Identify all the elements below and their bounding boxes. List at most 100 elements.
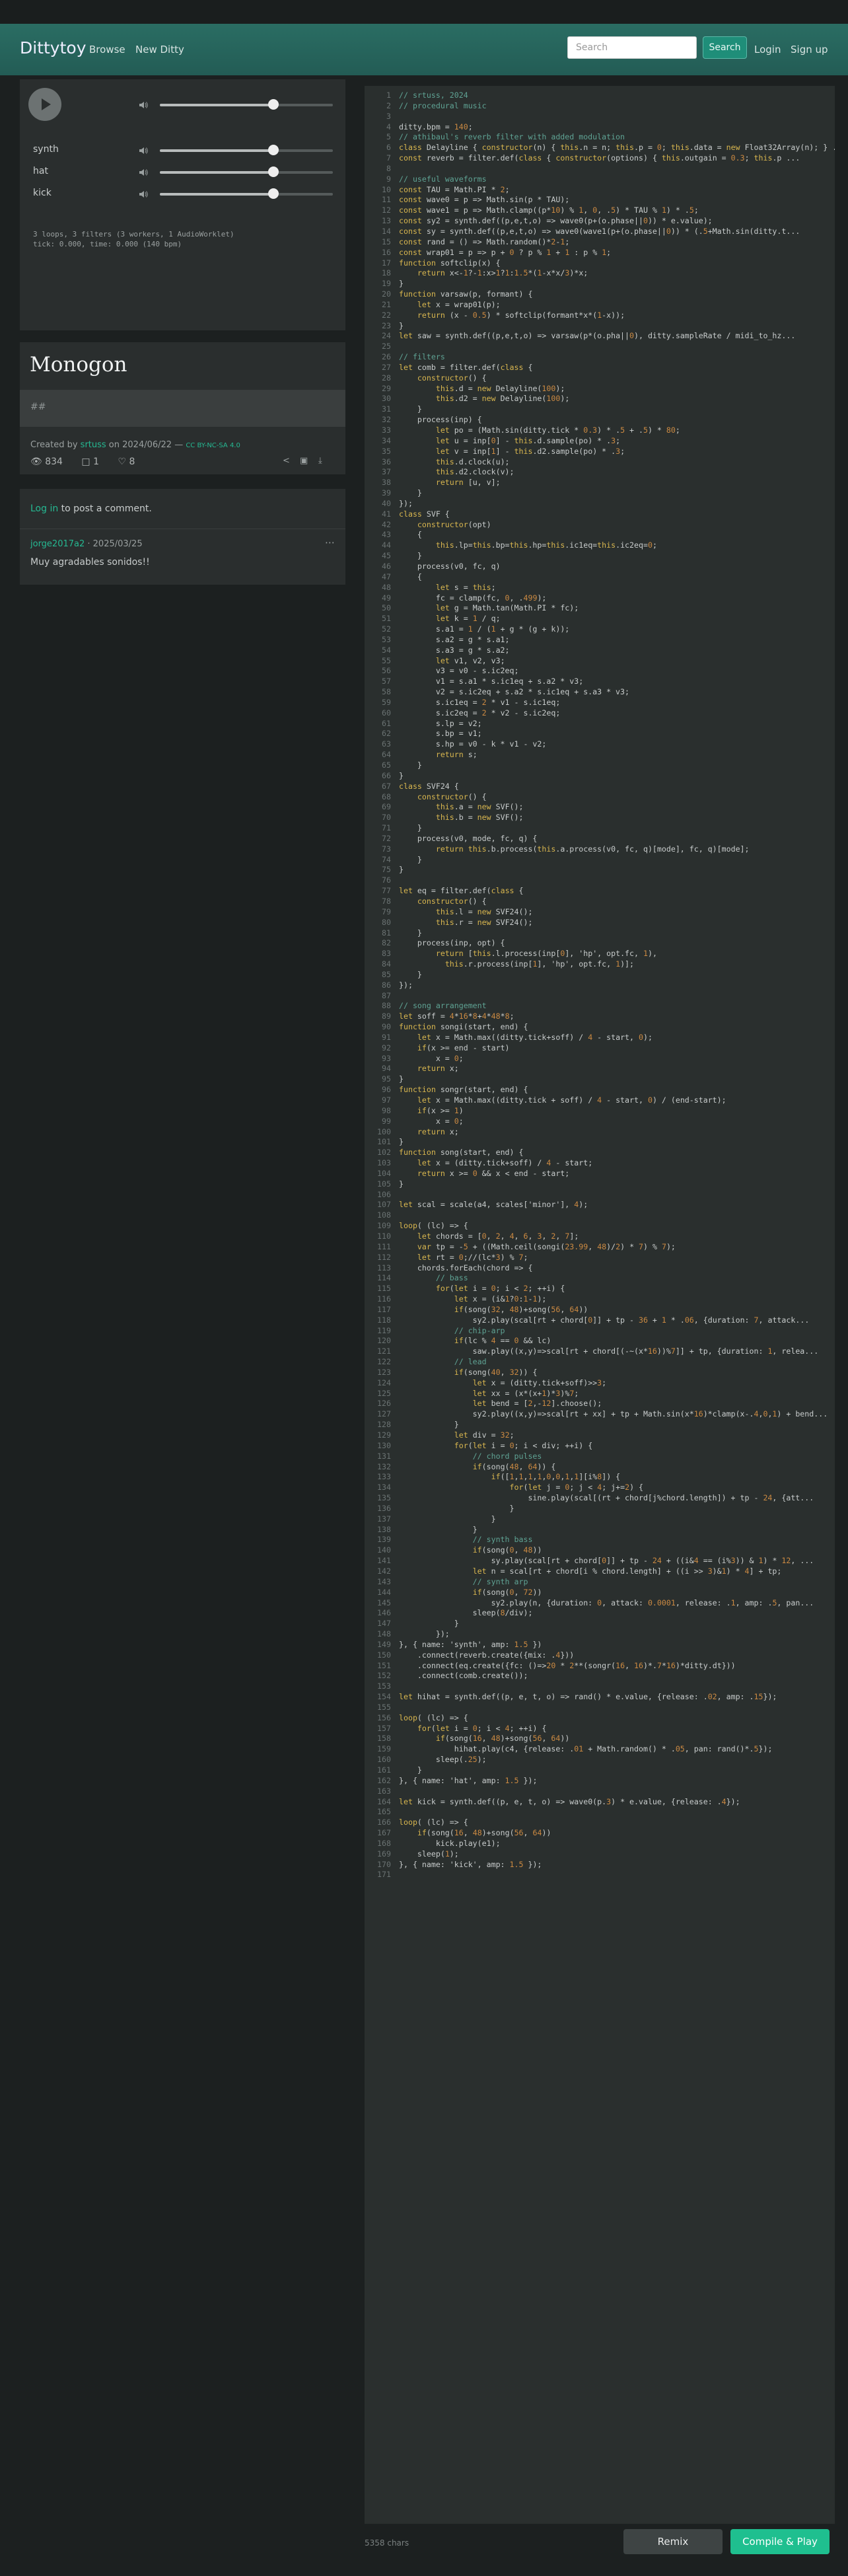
code-line: 137 } [365, 1514, 835, 1525]
login-prompt-text: to post a comment. [58, 503, 152, 514]
nav-browse-link[interactable]: Browse [89, 44, 125, 55]
kick-volume-knob[interactable] [268, 188, 279, 199]
line-number: 79 [382, 906, 391, 916]
code-line: 130 for(let i = 0; i < div; ++i) { [365, 1441, 835, 1452]
code-line: 23} [365, 321, 835, 332]
code-line: 56 v3 = v0 - s.ic2eq; [365, 666, 835, 677]
code-line: 128 } [365, 1420, 835, 1430]
line-number: 12 [382, 205, 391, 215]
author-link[interactable]: srtuss [81, 440, 106, 450]
line-number: 135 [377, 1493, 391, 1503]
master-volume-slider[interactable] [160, 99, 333, 110]
code-text: function song(start, end) { [399, 1148, 524, 1158]
code-editor[interactable]: 1 // srtuss, 2024 2 // procedural music 3 4 di… [365, 86, 835, 2524]
code-text: let n = scal[rt + chord[i % chord.length… [472, 1566, 782, 1576]
heart-icon[interactable]: ♡ [118, 457, 126, 467]
code-text: return (x - 0.5) * softclip(formant*x*(1… [417, 310, 625, 320]
line-number: 77 [382, 886, 391, 896]
code-line: 126 let bend = [2,-12].choose(); [365, 1399, 835, 1409]
login-prompt: Log in to post a comment. [30, 503, 152, 514]
line-number: 40 [382, 498, 391, 508]
hat-volume-slider[interactable] [160, 166, 333, 177]
code-line: 60 s.ic2eq = 2 * v2 - s.ic2eq; [365, 708, 835, 719]
code-text: for(let i = 0; i < 2; ++i) { [435, 1284, 565, 1294]
line-number: 161 [377, 1765, 391, 1775]
compile-play-button[interactable]: Compile & Play [730, 2529, 830, 2554]
share-icon[interactable]: < [283, 456, 290, 466]
code-line: 78 constructor() { [365, 897, 835, 907]
hat-volume-knob[interactable] [268, 166, 279, 177]
code-line: 3 [365, 112, 835, 122]
code-text: constructor() { [417, 791, 487, 801]
line-number: 108 [377, 1210, 391, 1220]
signup-link[interactable]: Sign up [791, 44, 828, 55]
line-number: 131 [377, 1451, 391, 1461]
code-line: 89 let soff = 4*16*8+4*48*8; [365, 1012, 835, 1022]
search-button[interactable]: Search [703, 36, 747, 59]
code-line: 118 sy2.play(scal[rt + chord[0]] + tp - … [365, 1315, 835, 1326]
code-text: return x; [417, 1064, 459, 1074]
code-line: 167 if(song(16, 48)+song(56, 64)) [365, 1828, 835, 1839]
code-line: 132 if(song(48, 64)) { [365, 1462, 835, 1473]
code-line: 63 s.hp = v0 - k * v1 - v2; [365, 739, 835, 750]
line-number: 104 [377, 1168, 391, 1178]
login-link[interactable]: Login [754, 44, 781, 55]
line-number: 29 [382, 383, 391, 393]
line-number: 18 [382, 268, 391, 278]
line-number: 122 [377, 1357, 391, 1367]
license-link[interactable]: CC BY-NC-SA 4.0 [186, 442, 240, 449]
line-number: 7 [386, 153, 391, 163]
line-number: 109 [377, 1221, 391, 1231]
code-text: v3 = v0 - s.ic2eq; [399, 666, 519, 676]
line-number: 143 [377, 1576, 391, 1586]
login-link[interactable]: Log in [30, 503, 58, 514]
code-text: if(song(0, 48)) [472, 1545, 542, 1555]
code-lines[interactable]: 1 // srtuss, 2024 2 // procedural music 3 4 di… [365, 91, 835, 1880]
code-text: this.l = new SVF24(); [435, 906, 533, 916]
search-input[interactable] [567, 36, 697, 59]
code-line: 67 class SVF24 { [365, 782, 835, 792]
synth-volume-knob[interactable] [268, 145, 279, 155]
brand-logo[interactable]: Dittytoy [20, 38, 87, 57]
like-count: 8 [129, 457, 135, 467]
download-icon[interactable]: ⤓ [318, 456, 322, 466]
line-number: 6 [386, 143, 391, 153]
comment-author[interactable]: jorge2017a2 [30, 539, 85, 549]
code-line: 127 sy2.play((x,y)=>scal[rt + xx] + tp +… [365, 1409, 835, 1420]
play-button[interactable] [28, 88, 61, 121]
embed-icon[interactable]: ▣ [300, 456, 308, 466]
code-text: return [this.l.process(inp[0], 'hp', opt… [435, 949, 657, 959]
code-line: 104 return x >= 0 && x < end - start; [365, 1169, 835, 1179]
code-text: sy.play(scal[rt + chord[0]] + tp - 24 + … [399, 1556, 814, 1566]
code-line: 14 const sy = synth.def((p,e,t,o) => wave… [365, 227, 835, 237]
code-line: 6 class Delayline { constructor(n) { this… [365, 143, 835, 153]
remix-button[interactable]: Remix [623, 2529, 723, 2554]
line-number: 52 [382, 624, 391, 634]
code-line: 27 let comb = filter.def(class { [365, 363, 835, 373]
line-number: 62 [382, 729, 391, 739]
code-line: 1 // srtuss, 2024 [365, 91, 835, 101]
code-line: 77 let eq = filter.def(class { [365, 886, 835, 897]
code-text: for(let i = 0; i < 4; ++i) { [417, 1723, 547, 1733]
code-text: } [399, 865, 404, 875]
char-count: 5358 chars [365, 2538, 409, 2548]
comments-panel: Log in to post a comment. jorge2017a2 · … [20, 489, 345, 585]
kick-volume-slider[interactable] [160, 188, 333, 199]
master-volume-knob[interactable] [268, 99, 279, 110]
code-line: 171 [365, 1870, 835, 1880]
line-number: 170 [377, 1859, 391, 1869]
code-text: } [399, 488, 422, 498]
code-line: 125 let xx = (x*(x+1)*3)%7; [365, 1389, 835, 1399]
code-line: 26 // filters [365, 352, 835, 363]
synth-volume-slider[interactable] [160, 145, 333, 155]
code-text: } [399, 928, 422, 938]
more-icon[interactable]: ⋯ [325, 536, 335, 548]
code-line: 168 kick.play(e1); [365, 1839, 835, 1849]
code-text: { [399, 530, 422, 540]
code-text: ditty.bpm = 140; [399, 122, 473, 131]
code-text: } [399, 279, 404, 289]
nav-new-ditty-link[interactable]: New Ditty [135, 44, 184, 55]
code-line: 37 this.d2.clock(v); [365, 467, 835, 478]
volume-icon [139, 191, 148, 198]
code-line: 31 } [365, 404, 835, 415]
